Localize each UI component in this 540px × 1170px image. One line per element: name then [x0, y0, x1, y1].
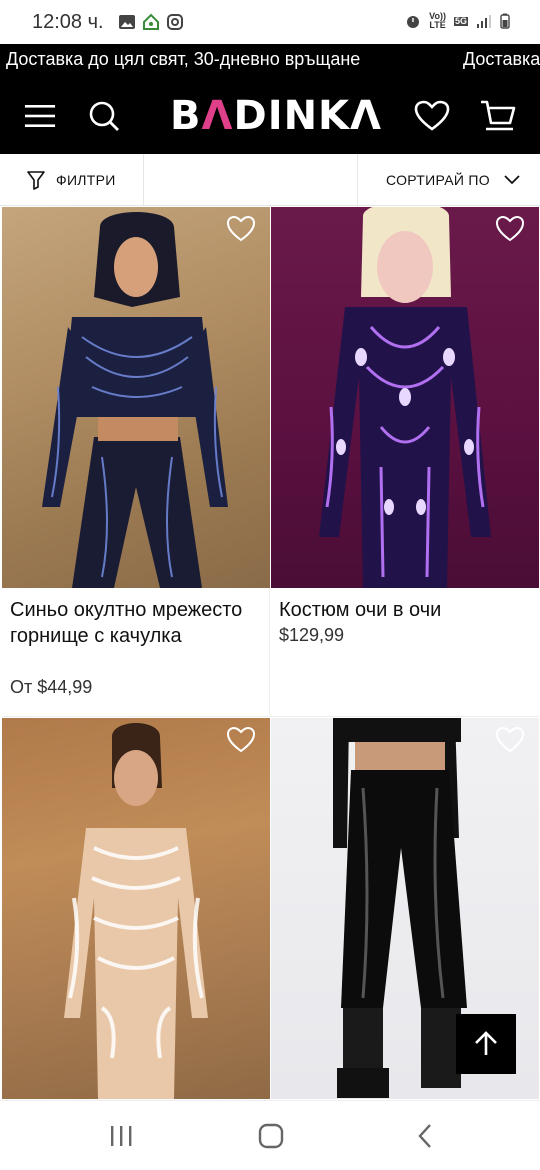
wishlist-heart-icon[interactable] [226, 726, 256, 754]
sort-button[interactable]: СОРТИРАЙ ПО [357, 154, 540, 206]
brand-logo[interactable]: BΛDINKΛ [162, 88, 382, 144]
cart-icon [481, 100, 516, 131]
home-button[interactable] [256, 1121, 286, 1151]
announcement-text: Доставка до цял свят, 30-дневно връщане [6, 49, 361, 69]
wishlist-button[interactable] [408, 92, 456, 140]
signal-icon [477, 15, 491, 28]
sort-label: СОРТИРАЙ ПО [386, 172, 490, 188]
system-navigation-bar [0, 1100, 540, 1170]
heart-icon [414, 100, 450, 131]
product-card[interactable]: Синьо окултно мрежесто горнище с качулка… [2, 207, 270, 717]
home-icon [258, 1123, 284, 1149]
site-header: BΛDINKΛ [0, 78, 540, 154]
recent-apps-icon [111, 1126, 132, 1146]
product-image[interactable] [2, 207, 270, 588]
filter-label: ФИЛТРИ [56, 172, 116, 188]
product-photo-eyes-costume [319, 207, 491, 588]
product-name[interactable]: Костюм очи в очи [279, 597, 529, 623]
notification-icons [118, 13, 184, 31]
back-icon [418, 1124, 431, 1148]
product-price: $129,99 [279, 625, 345, 645]
battery-icon [500, 13, 510, 29]
search-button[interactable] [80, 92, 128, 140]
product-photo-occult-mesh-top [42, 212, 228, 588]
wishlist-heart-icon[interactable] [495, 215, 525, 243]
gallery-icon [118, 15, 135, 29]
arrow-up-icon [475, 1031, 497, 1055]
wishlist-heart-icon[interactable] [226, 215, 256, 243]
product-image[interactable] [271, 207, 539, 588]
product-card[interactable]: Костюм очи в очи $129,99 [271, 207, 539, 717]
status-time: 12:08 ч. [32, 10, 104, 33]
wishlist-heart-icon[interactable] [495, 726, 525, 754]
cart-button[interactable] [474, 92, 522, 140]
brand-wordmark: BΛDINKΛ [170, 93, 382, 139]
filter-button[interactable]: ФИЛТРИ [0, 154, 144, 206]
announcement-text-repeat: Доставка [463, 49, 540, 69]
back-button[interactable] [410, 1121, 440, 1151]
filter-sort-bar: ФИЛТРИ СОРТИРАЙ ПО [0, 154, 540, 206]
product-price: От $44,99 [10, 677, 93, 697]
product-name[interactable]: Синьо окултно мрежесто горнище с качулка [10, 597, 260, 649]
search-icon [89, 101, 119, 131]
status-bar: 12:08 ч. Vo)) LTE 5G [0, 0, 540, 44]
instagram-icon [166, 14, 183, 30]
system-status-icons: Vo)) LTE 5G [405, 12, 510, 30]
product-card[interactable] [2, 718, 270, 1099]
volte-indicator: Vo)) LTE [429, 11, 446, 30]
product-image[interactable] [2, 718, 270, 1099]
filter-icon [27, 171, 45, 190]
menu-icon [25, 105, 55, 127]
menu-button[interactable] [16, 92, 64, 140]
chevron-down-icon [504, 175, 520, 185]
announcement-bar: Доставка до цял свят, 30-дневно връщане … [0, 44, 540, 78]
scroll-to-top-button[interactable] [456, 1014, 516, 1074]
fiveg-indicator: 5G [453, 15, 468, 26]
home-app-icon [142, 13, 159, 30]
alarm-icon [407, 16, 420, 28]
recent-apps-button[interactable] [106, 1121, 136, 1151]
product-photo-zebra-bodysuit [64, 723, 208, 1099]
